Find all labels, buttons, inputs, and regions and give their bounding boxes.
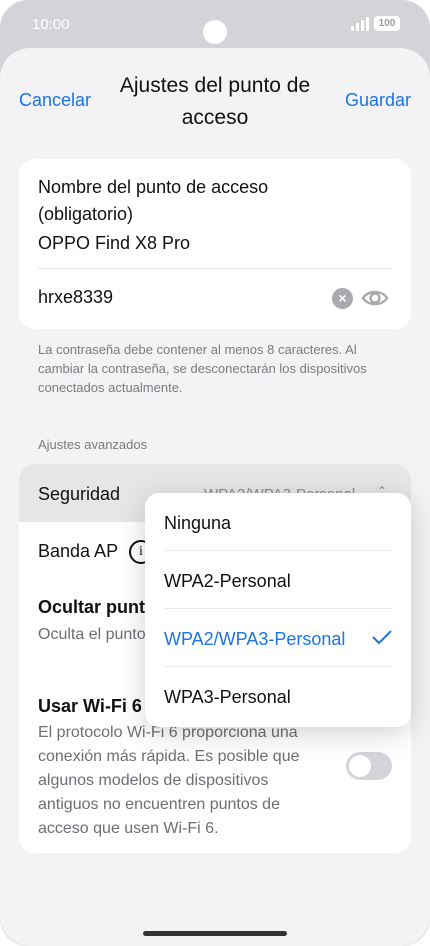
wifi6-title: Usar Wi-Fi 6 [38,696,142,716]
option-label: Ninguna [164,513,232,533]
header: Cancelar Ajustes del punto de acceso Gua… [0,48,430,158]
option-wpa2[interactable]: WPA2-Personal [164,551,392,609]
security-label: Seguridad [38,484,121,504]
toggle-knob [349,755,371,777]
option-label: WPA3-Personal [164,687,291,707]
option-label: WPA2/WPA3-Personal [164,629,346,649]
hotspot-name-label: Nombre del punto de acceso (obligatorio) [38,177,269,224]
advanced-section-title: Ajustes avanzados [38,437,148,452]
divider [38,268,392,269]
signal-icon [351,17,369,31]
phone-frame: 10:00 100 Cancelar Ajustes del punto de … [0,0,430,946]
hotspot-name-input[interactable]: OPPO Find X8 Pro [38,233,190,254]
wifi6-desc: El protocolo Wi-Fi 6 proporciona una con… [38,724,300,837]
camera-cutout [203,20,227,44]
option-wpa3[interactable]: WPA3-Personal [164,667,392,725]
save-button[interactable]: Guardar [345,90,411,111]
password-hint: La contraseña debe contener al menos 8 c… [38,342,367,395]
status-bar: 10:00 100 [0,0,430,48]
wifi6-toggle[interactable] [346,752,392,780]
cancel-button[interactable]: Cancelar [19,90,91,111]
check-icon [372,630,392,645]
option-none[interactable]: Ninguna [164,493,392,551]
option-label: WPA2-Personal [164,571,291,591]
status-time: 10:00 [32,16,70,33]
eye-icon[interactable] [361,286,389,310]
option-wpa2-wpa3[interactable]: WPA2/WPA3-Personal [164,609,392,667]
security-dropdown: Ninguna WPA2-Personal WPA2/WPA3-Personal… [145,493,411,727]
hotspot-card: Nombre del punto de acceso (obligatorio)… [19,159,411,329]
hide-hotspot-title: Ocultar punto [38,597,156,617]
home-indicator[interactable] [143,931,287,936]
password-input[interactable]: hrxe8339 [38,287,113,308]
band-ap-label[interactable]: Banda AP [38,541,118,562]
clear-icon[interactable]: × [332,288,353,309]
page-title: Ajustes del punto de acceso [119,74,311,129]
battery-icon: 100 [374,16,400,31]
